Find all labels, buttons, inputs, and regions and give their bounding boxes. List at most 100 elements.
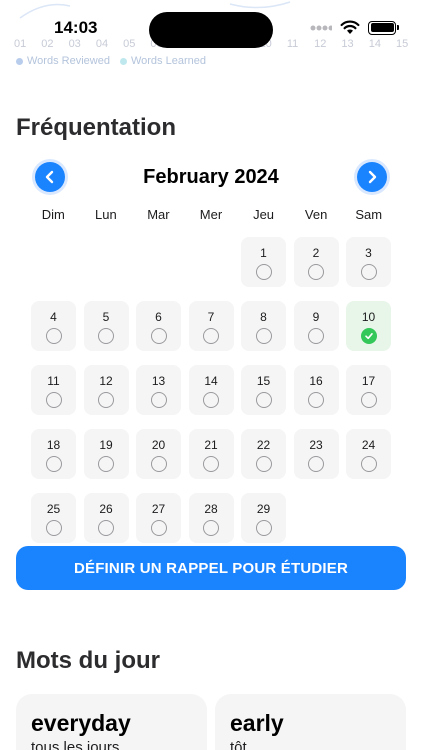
day-number: 15 (256, 374, 271, 388)
empty-circle-icon (98, 328, 114, 344)
calendar-day-19[interactable]: 19 (83, 429, 129, 479)
day-number: 22 (256, 438, 271, 452)
day-number: 17 (361, 374, 376, 388)
legend-dot (16, 57, 23, 65)
calendar-day-18[interactable]: 18 (31, 429, 76, 479)
checkmark-icon (360, 328, 377, 344)
calendar-day-1[interactable]: 1 (241, 237, 286, 287)
empty-circle-icon (360, 456, 377, 472)
empty-circle-icon (360, 264, 377, 280)
month-navigator: February 2024 (35, 160, 387, 194)
empty-circle-icon (98, 456, 114, 472)
empty-circle-icon (308, 264, 324, 280)
weekday-label: Jeu (253, 207, 275, 222)
day-number: 16 (309, 374, 323, 388)
day-number: 26 (99, 502, 113, 516)
calendar-day-28[interactable]: 28 (188, 493, 234, 543)
legend-label: Words Reviewed (27, 55, 110, 67)
dynamic-island (149, 12, 273, 48)
calendar-day-13[interactable]: 13 (136, 365, 181, 415)
empty-circle-icon (203, 328, 219, 344)
day-number: 21 (204, 438, 218, 452)
calendar-day-26[interactable]: 26 (83, 493, 129, 543)
calendar-day-6[interactable]: 6 (136, 301, 181, 351)
calendar-day-15[interactable]: 15 (241, 365, 286, 415)
calendar-day-2[interactable]: 2 (293, 237, 339, 287)
calendar-day-4[interactable]: 4 (31, 301, 76, 351)
calendar-day-17[interactable]: 17 (346, 365, 391, 415)
calendar-day-12[interactable]: 12 (83, 365, 129, 415)
calendar-empty-cell (31, 237, 76, 287)
calendar-day-3[interactable]: 3 (346, 237, 391, 287)
status-bar: 14:03 (0, 0, 422, 56)
word-translation: tous les jours (31, 739, 120, 750)
calendar-day-14[interactable]: 14 (188, 365, 234, 415)
empty-circle-icon (45, 456, 62, 472)
day-number: 23 (309, 438, 323, 452)
empty-circle-icon (150, 392, 167, 408)
next-month-button[interactable] (356, 162, 387, 192)
day-number: 27 (151, 502, 166, 516)
calendar-day-16[interactable]: 16 (293, 365, 339, 415)
calendar-day-24[interactable]: 24 (346, 429, 391, 479)
empty-circle-icon (255, 328, 272, 344)
set-reminder-button[interactable]: DÉFINIR UN RAPPEL POUR ÉTUDIER (16, 546, 406, 590)
word-card[interactable]: early tôt (215, 694, 406, 750)
calendar-day-29[interactable]: 29 (241, 493, 286, 543)
calendar-day-11[interactable]: 11 (31, 365, 76, 415)
empty-circle-icon (45, 392, 62, 408)
day-number: 6 (155, 310, 162, 324)
word-translation: tôt (230, 739, 247, 750)
day-number: 4 (50, 310, 57, 324)
empty-circle-icon (203, 520, 219, 536)
word-cards: everyday tous les jours early tôt (16, 694, 406, 750)
day-number: 7 (207, 310, 215, 324)
status-icons (310, 20, 399, 35)
calendar-day-25[interactable]: 25 (31, 493, 76, 543)
previous-month-button[interactable] (35, 162, 65, 192)
empty-circle-icon (308, 456, 324, 472)
calendar-empty-cell (84, 237, 129, 287)
day-number: 11 (47, 374, 60, 388)
calendar-day-10[interactable]: 10 (346, 301, 391, 351)
calendar-day-22[interactable]: 22 (241, 429, 286, 479)
weekday-label: Dim (41, 207, 65, 222)
legend-dot (119, 57, 127, 65)
day-number: 20 (151, 438, 166, 452)
attendance-title: Fréquentation (16, 114, 176, 141)
calendar-day-5[interactable]: 5 (83, 301, 129, 351)
chevron-left-icon (45, 170, 54, 184)
chart-legend: Words Reviewed Words Learned (16, 55, 206, 67)
empty-circle-icon (308, 328, 324, 344)
word-card[interactable]: everyday tous les jours (16, 694, 207, 750)
legend-item-reviewed: Words Reviewed (16, 55, 110, 67)
empty-circle-icon (255, 264, 272, 280)
calendar-day-9[interactable]: 9 (293, 301, 339, 351)
empty-circle-icon (150, 520, 167, 536)
calendar-day-7[interactable]: 7 (188, 301, 234, 351)
signal-dots-icon (310, 25, 332, 30)
empty-circle-icon (98, 520, 114, 536)
day-number: 14 (204, 374, 218, 388)
weekday-label: Sam (355, 207, 383, 222)
day-number: 19 (99, 438, 113, 452)
empty-circle-icon (150, 456, 167, 472)
day-number: 8 (260, 310, 267, 324)
day-number: 5 (102, 310, 110, 324)
weekday-label: Mer (199, 207, 223, 222)
calendar-day-27[interactable]: 27 (136, 493, 181, 543)
empty-circle-icon (203, 392, 219, 408)
empty-circle-icon (98, 392, 114, 408)
calendar-day-8[interactable]: 8 (241, 301, 286, 351)
empty-circle-icon (255, 520, 272, 536)
empty-circle-icon (308, 392, 324, 408)
calendar-day-23[interactable]: 23 (293, 429, 339, 479)
empty-circle-icon (203, 456, 219, 472)
month-label: February 2024 (143, 165, 279, 188)
day-number: 24 (361, 438, 376, 452)
day-number: 13 (151, 374, 166, 388)
calendar-day-21[interactable]: 21 (188, 429, 234, 479)
day-number: 1 (260, 246, 267, 260)
calendar-day-20[interactable]: 20 (136, 429, 181, 479)
day-number: 25 (46, 502, 61, 516)
